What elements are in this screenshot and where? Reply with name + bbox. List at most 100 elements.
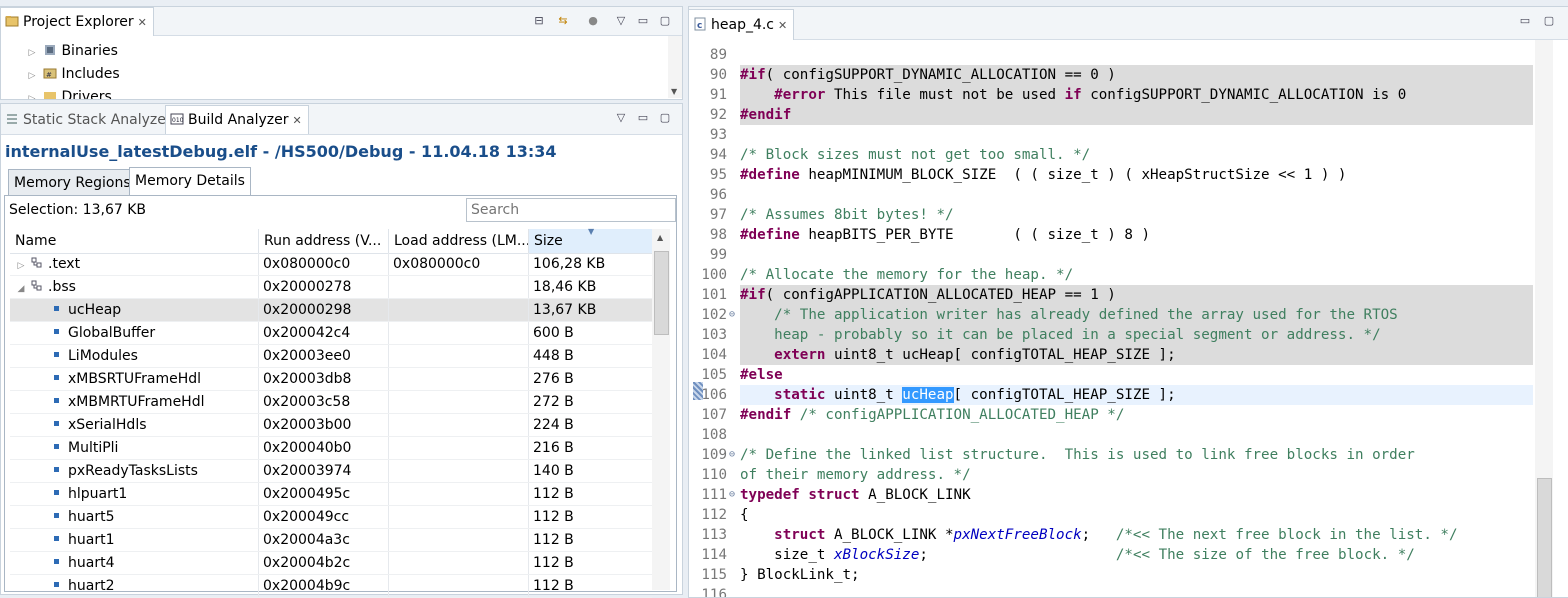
cell-name: ucHeap xyxy=(10,299,259,321)
view-menu-icon[interactable]: ▽ xyxy=(613,110,629,126)
table-row[interactable]: xMBMRTUFrameHdl 0x20003c58 272 B xyxy=(10,391,652,414)
cell-run-address: 0x20000278 xyxy=(259,276,389,298)
code-text: /* The application writer has already de… xyxy=(740,305,1533,325)
code-line[interactable]: 107 #endif /* configAPPLICATION_ALLOCATED… xyxy=(689,405,1533,425)
expand-arrow-icon[interactable]: ▷ xyxy=(14,255,28,275)
scroll-thumb[interactable] xyxy=(1537,478,1552,597)
code-line[interactable]: 95 #define heapMINIMUM_BLOCK_SIZE ( ( siz… xyxy=(689,165,1533,185)
tab-build-analyzer[interactable]: 010 Build Analyzer ✕ xyxy=(165,105,309,134)
code-line[interactable]: 110 of their memory address. */ xyxy=(689,465,1533,485)
column-header-name[interactable]: Name xyxy=(10,229,259,253)
table-row[interactable]: LiModules 0x20003ee0 448 B xyxy=(10,345,652,368)
tab-memory-regions[interactable]: Memory Regions xyxy=(8,169,137,197)
table-row[interactable]: ▷ .text 0x080000c0 0x080000c0 106,28 KB xyxy=(10,253,652,276)
code-line[interactable]: 96 xyxy=(689,185,1533,205)
table-row[interactable]: huart1 0x20004a3c 112 B xyxy=(10,529,652,552)
minimize-icon[interactable]: ▭ xyxy=(635,110,651,126)
code-line[interactable]: 115} BlockLink_t; xyxy=(689,565,1533,585)
code-line[interactable]: 113 struct A_BLOCK_LINK *pxNextFreeBlock… xyxy=(689,525,1533,545)
tree-item-includes[interactable]: ▷ # Includes xyxy=(25,63,120,86)
tree-item-binaries[interactable]: ▷ Binaries xyxy=(25,40,118,63)
code-line[interactable]: 90 #if( configSUPPORT_DYNAMIC_ALLOCATION … xyxy=(689,65,1533,85)
table-row[interactable]: GlobalBuffer 0x200042c4 600 B xyxy=(10,322,652,345)
code-line[interactable]: 104 extern uint8_t ucHeap[ configTOTAL_H… xyxy=(689,345,1533,365)
code-line[interactable]: 108 xyxy=(689,425,1533,445)
table-row[interactable]: ◢ .bss 0x20000278 18,46 KB xyxy=(10,276,652,299)
table-row[interactable]: huart5 0x200049cc 112 B xyxy=(10,506,652,529)
minimize-icon[interactable]: ▭ xyxy=(1517,13,1533,29)
close-icon[interactable]: ✕ xyxy=(778,19,787,32)
scroll-thumb[interactable] xyxy=(654,251,669,335)
code-line[interactable]: 101 #if( configAPPLICATION_ALLOCATED_HEAP… xyxy=(689,285,1533,305)
minimize-icon[interactable]: ▭ xyxy=(635,13,651,29)
sort-descending-icon: ▼ xyxy=(588,227,595,236)
fold-toggle-icon[interactable]: ⊖ xyxy=(729,305,735,325)
section-icon xyxy=(30,278,44,292)
code-line[interactable]: 91 #error This file must not be used if … xyxy=(689,85,1533,105)
column-header-run-address[interactable]: Run address (V... xyxy=(259,229,389,253)
vertical-scrollbar[interactable]: ▼ xyxy=(668,36,682,98)
filters-icon[interactable]: ● xyxy=(585,13,601,29)
fold-toggle-icon[interactable]: ⊖ xyxy=(729,485,735,505)
code-line[interactable]: 111 ⊖ typedef struct A_BLOCK_LINK xyxy=(689,485,1533,505)
code-line[interactable]: 102 ⊖ /* The application writer has alrea… xyxy=(689,305,1533,325)
table-scrollbar[interactable]: ▲ xyxy=(652,229,670,590)
expand-arrow-icon[interactable]: ▷ xyxy=(25,42,39,65)
expand-arrow-icon[interactable]: ▷ xyxy=(25,65,39,88)
cell-size: 106,28 KB xyxy=(533,256,606,272)
collapse-all-icon[interactable]: ⊟ xyxy=(531,13,547,29)
fold-toggle-icon[interactable]: ⊖ xyxy=(729,445,735,465)
table-row[interactable]: MultiPli 0x200040b0 216 B xyxy=(10,437,652,460)
scroll-up-arrow[interactable]: ▲ xyxy=(657,233,663,242)
close-icon[interactable]: ✕ xyxy=(138,16,147,29)
link-with-editor-icon[interactable]: ⇆ xyxy=(555,13,571,29)
code-line[interactable]: 89 xyxy=(689,45,1533,65)
table-header: Name Run address (V... Load address (LM.… xyxy=(10,227,652,254)
code-line[interactable]: 93 xyxy=(689,125,1533,145)
code-line[interactable]: 100 /* Allocate the memory for the heap. … xyxy=(689,265,1533,285)
cell-name: xMBMRTUFrameHdl xyxy=(10,391,259,413)
code-line[interactable]: 106 static uint8_t ucHeap[ configTOTAL_H… xyxy=(689,385,1533,405)
table-row[interactable]: huart2 0x20004b9c 112 B xyxy=(10,575,652,598)
expand-arrow-icon[interactable]: ▷ xyxy=(25,88,39,99)
table-row[interactable]: hlpuart1 0x2000495c 112 B xyxy=(10,483,652,506)
code-line[interactable]: 98 #define heapBITS_PER_BYTE ( ( size_t )… xyxy=(689,225,1533,245)
code-line[interactable]: 97 /* Assumes 8bit bytes! */ xyxy=(689,205,1533,225)
close-icon[interactable]: ✕ xyxy=(293,114,302,127)
symbol-name: .text xyxy=(48,256,81,272)
search-input[interactable] xyxy=(466,198,676,222)
editor-scrollbar[interactable] xyxy=(1535,40,1553,597)
cell-run-address: 0x200042c4 xyxy=(259,322,389,344)
view-menu-icon[interactable]: ▽ xyxy=(613,13,629,29)
code-line[interactable]: 109 ⊖ /* Define the linked list structure.… xyxy=(689,445,1533,465)
symbol-name: huart4 xyxy=(68,555,115,571)
tab-static-stack-analyzer[interactable]: Static Stack Analyzer xyxy=(1,106,178,134)
scroll-down-arrow[interactable]: ▼ xyxy=(671,87,677,96)
code-line[interactable]: 114 size_t xBlockSize; /*<< The size of … xyxy=(689,545,1533,565)
table-row[interactable]: huart4 0x20004b2c 112 B xyxy=(10,552,652,575)
table-row[interactable]: pxReadyTasksLists 0x20003974 140 B xyxy=(10,460,652,483)
tree-item-drivers[interactable]: ▷ Drivers xyxy=(25,86,112,99)
code-line[interactable]: 92 #endif xyxy=(689,105,1533,125)
code-line[interactable]: 99 xyxy=(689,245,1533,265)
code-line[interactable]: 94 /* Block sizes must not get too small.… xyxy=(689,145,1533,165)
collapse-arrow-icon[interactable]: ◢ xyxy=(14,278,28,298)
code-line[interactable]: 116 xyxy=(689,585,1533,597)
table-row[interactable]: ucHeap 0x20000298 13,67 KB xyxy=(10,299,652,322)
maximize-icon[interactable]: ▢ xyxy=(657,110,673,126)
tab-project-explorer[interactable]: Project Explorer ✕ xyxy=(1,7,154,36)
code-line[interactable]: 105 #else xyxy=(689,365,1533,385)
tab-memory-details[interactable]: Memory Details xyxy=(129,167,251,197)
table-row[interactable]: xSerialHdls 0x20003b00 224 B xyxy=(10,414,652,437)
maximize-icon[interactable]: ▢ xyxy=(657,13,673,29)
code-line[interactable]: 103 heap - probably so it can be placed … xyxy=(689,325,1533,345)
cell-name: GlobalBuffer xyxy=(10,322,259,344)
code-line[interactable]: 112 { xyxy=(689,505,1533,525)
line-number: 89 xyxy=(709,47,727,63)
table-row[interactable]: xMBSRTUFrameHdl 0x20003db8 276 B xyxy=(10,368,652,391)
cell-load-address xyxy=(389,368,529,390)
code-text: extern uint8_t ucHeap[ configTOTAL_HEAP_… xyxy=(740,345,1533,365)
maximize-icon[interactable]: ▢ xyxy=(1541,13,1557,29)
column-header-load-address[interactable]: Load address (LM... xyxy=(389,229,529,253)
tab-heap-4-c[interactable]: c heap_4.c ✕ xyxy=(689,9,795,40)
